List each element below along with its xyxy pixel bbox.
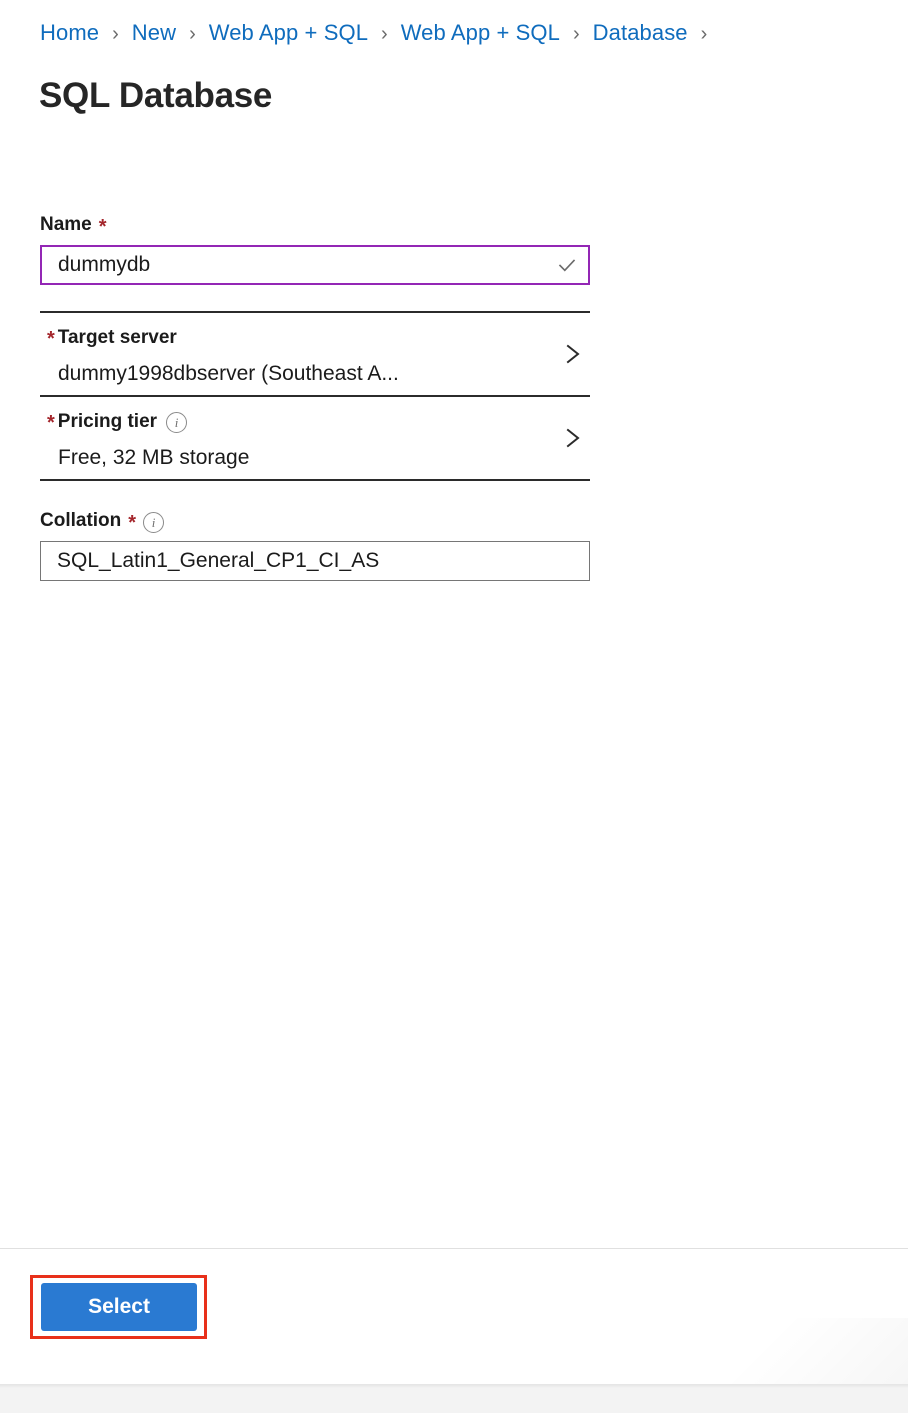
required-asterisk: * [98, 216, 107, 238]
breadcrumb-item-web-app-sql-1[interactable]: Web App + SQL [209, 20, 368, 46]
collation-input[interactable]: SQL_Latin1_General_CP1_CI_AS [40, 541, 590, 581]
bottom-strip [0, 1384, 908, 1413]
target-server-value: dummy1998dbserver (Southeast A... [58, 362, 399, 385]
pricing-tier-label-text: Pricing tier [57, 410, 158, 432]
name-label-text: Name [40, 214, 92, 235]
page-title: SQL Database [39, 76, 273, 115]
checkmark-icon [556, 254, 578, 276]
chevron-right-icon [560, 339, 586, 369]
database-form: Name * dummydb * Target server dummy1998… [40, 214, 590, 581]
breadcrumb-separator-icon: › [381, 23, 388, 45]
breadcrumb-separator-icon: › [572, 23, 580, 45]
pricing-tier-value: Free, 32 MB storage [58, 446, 250, 469]
target-server-label: * Target server [40, 326, 590, 351]
breadcrumb-item-web-app-sql-2[interactable]: Web App + SQL [401, 20, 560, 46]
required-asterisk: * [47, 328, 55, 350]
footer-divider [0, 1248, 908, 1249]
pricing-tier-picker[interactable]: * Pricing tier i Free, 32 MB storage [40, 397, 590, 479]
breadcrumb-separator-icon: › [700, 23, 708, 45]
target-server-label-text: Target server [57, 326, 177, 348]
breadcrumb-item-new[interactable]: New [132, 20, 176, 46]
name-input[interactable]: dummydb [40, 245, 590, 285]
required-asterisk: * [47, 412, 55, 434]
pricing-tier-label: * Pricing tier i [40, 410, 590, 434]
info-icon[interactable]: i [143, 511, 165, 533]
name-input-value: dummydb [58, 253, 151, 276]
collation-label-text: Collation [40, 510, 122, 531]
collation-field-label: Collation * i [40, 510, 590, 534]
chevron-right-icon [560, 423, 586, 453]
breadcrumb-separator-icon: › [189, 23, 196, 45]
info-icon[interactable]: i [166, 412, 188, 433]
select-button[interactable]: Select [41, 1283, 197, 1331]
collation-input-value: SQL_Latin1_General_CP1_CI_AS [57, 549, 380, 572]
name-field-label: Name * [40, 214, 590, 238]
required-asterisk: * [128, 512, 137, 534]
corner-shadow [658, 1318, 908, 1388]
breadcrumb: Home › New › Web App + SQL › Web App + S… [40, 20, 707, 46]
target-server-picker[interactable]: * Target server dummy1998dbserver (South… [40, 313, 590, 395]
breadcrumb-item-database[interactable]: Database [593, 20, 688, 46]
breadcrumb-item-home[interactable]: Home [40, 20, 99, 46]
breadcrumb-separator-icon: › [112, 23, 119, 45]
